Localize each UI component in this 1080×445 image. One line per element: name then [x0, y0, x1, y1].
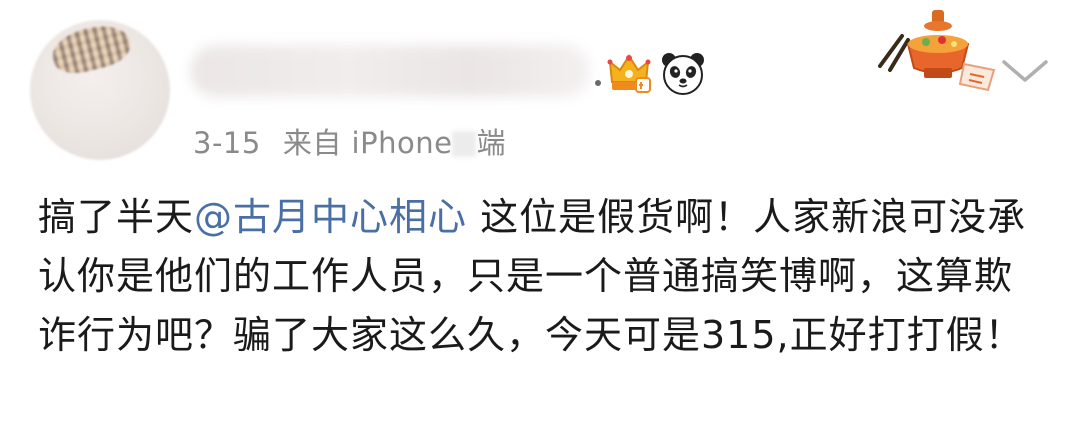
panda-icon[interactable] [660, 50, 706, 96]
post-content: 搞了半天@古月中心相心 这位是假货啊！人家新浪可没承认你是他们的工作人员，只是一… [38, 188, 1048, 365]
username-ellipsis-dot [595, 80, 601, 86]
avatar-hat-graphic [48, 20, 134, 79]
post-date: 3-15 [193, 126, 261, 160]
post-source[interactable]: 来自 iPhone [283, 126, 453, 160]
content-prefix: 搞了半天 [38, 195, 195, 239]
username-blurred[interactable] [190, 45, 590, 97]
hotpot-sticker-icon[interactable] [872, 8, 1000, 94]
avatar[interactable] [30, 20, 170, 160]
post-source-tail: 端 [476, 126, 506, 160]
chevron-down-icon[interactable] [1000, 56, 1050, 86]
post-meta: 3-15 来自 iPhone 端 [193, 120, 506, 162]
source-smudge [452, 131, 477, 157]
weibo-post: 3-15 来自 iPhone 端 搞了半天@古月中心相心 这位是假货啊！人家新浪可没… [0, 0, 1080, 445]
mention-link[interactable]: @古月中心相心 [194, 195, 467, 239]
crown-vip-icon[interactable] [606, 52, 652, 96]
